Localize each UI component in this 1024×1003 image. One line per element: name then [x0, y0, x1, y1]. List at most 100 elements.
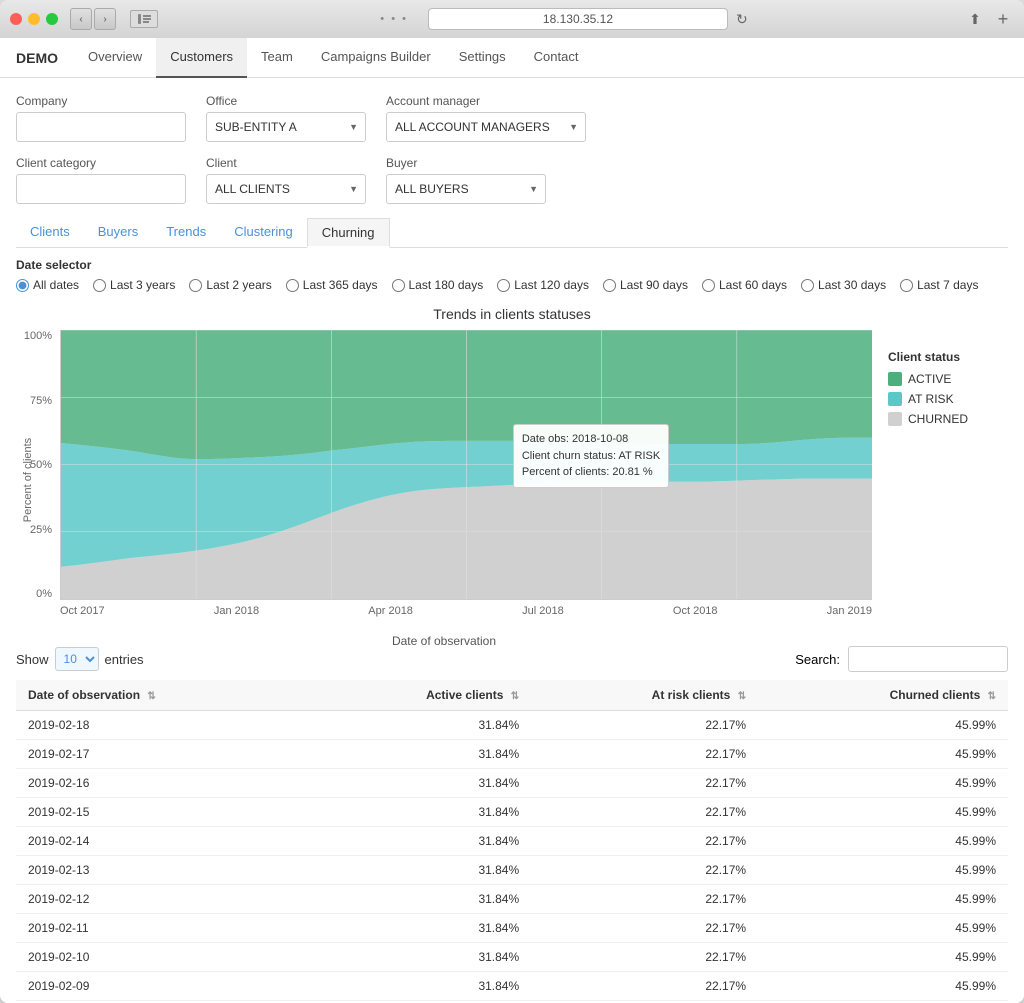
tab-add-icon[interactable]: + [992, 8, 1014, 30]
cell-churned-1: 45.99% [758, 740, 1008, 769]
table-row: 2019-02-17 31.84% 22.17% 45.99% [16, 740, 1008, 769]
url-text: 18.130.35.12 [543, 12, 613, 26]
y-tick-25: 25% [30, 524, 52, 536]
tab-clustering[interactable]: Clustering [220, 218, 307, 247]
sort-churned-icon: ⇅ [988, 691, 996, 702]
account-manager-select[interactable]: ALL ACCOUNT MANAGERS [386, 112, 586, 142]
cell-active-4: 31.84% [307, 827, 531, 856]
cell-at-risk-0: 22.17% [531, 711, 758, 740]
cell-at-risk-9: 22.17% [531, 972, 758, 1001]
radio-last-30-days[interactable]: Last 30 days [801, 278, 886, 292]
radio-last-120-days[interactable]: Last 120 days [497, 278, 589, 292]
cell-at-risk-3: 22.17% [531, 798, 758, 827]
y-axis-label: Percent of clients [22, 438, 34, 522]
cell-churned-3: 45.99% [758, 798, 1008, 827]
legend-active: ACTIVE [888, 372, 1008, 386]
buyer-select[interactable]: ALL BUYERS [386, 174, 546, 204]
radio-last-60-days[interactable]: Last 60 days [702, 278, 787, 292]
x-axis-label: Date of observation [392, 634, 496, 648]
y-tick-75: 75% [30, 395, 52, 407]
search-input[interactable] [848, 646, 1008, 672]
tab-clients[interactable]: Clients [16, 218, 84, 247]
tab-buyers[interactable]: Buyers [84, 218, 152, 247]
sort-active-icon: ⇅ [511, 691, 519, 702]
filters-row-2: Client category DEMO CLIENTS Client ALL … [16, 156, 1008, 204]
company-input[interactable]: DEMO [16, 112, 186, 142]
close-button[interactable] [10, 13, 22, 25]
client-select-wrapper: ALL CLIENTS [206, 174, 366, 204]
search-area: Search: [795, 646, 1008, 672]
table-row: 2019-02-11 31.84% 22.17% 45.99% [16, 914, 1008, 943]
office-select-wrapper: SUB-ENTITY A [206, 112, 366, 142]
cell-churned-4: 45.99% [758, 827, 1008, 856]
client-category-input[interactable]: DEMO CLIENTS [16, 174, 186, 204]
address-bar[interactable]: 18.130.35.12 [428, 8, 728, 30]
legend-churned: CHURNED [888, 412, 1008, 426]
x-tick-oct2017: Oct 2017 [60, 605, 105, 630]
col-active[interactable]: Active clients ⇅ [307, 680, 531, 711]
cell-churned-0: 45.99% [758, 711, 1008, 740]
chart-container: 100% 75% 50% 25% 0% Percent of clients [16, 330, 1008, 630]
company-filter: Company DEMO [16, 94, 186, 142]
chart-plot-area: Date obs: 2018-10-08 Client churn status… [60, 330, 872, 600]
x-tick-jul2018: Jul 2018 [522, 605, 564, 630]
radio-last-180-days[interactable]: Last 180 days [392, 278, 484, 292]
nav-overview[interactable]: Overview [74, 38, 156, 78]
client-label: Client [206, 156, 366, 170]
back-button[interactable]: ‹ [70, 8, 92, 30]
legend-at-risk-label: AT RISK [908, 392, 954, 406]
col-date[interactable]: Date of observation ⇅ [16, 680, 307, 711]
cell-date-8: 2019-02-10 [16, 943, 307, 972]
minimize-button[interactable] [28, 13, 40, 25]
radio-last-2-years[interactable]: Last 2 years [189, 278, 271, 292]
date-selector: Date selector All dates Last 3 years Las… [16, 258, 1008, 292]
x-tick-oct2018: Oct 2018 [673, 605, 718, 630]
nav-customers[interactable]: Customers [156, 38, 247, 78]
radio-last-7-days[interactable]: Last 7 days [900, 278, 978, 292]
y-tick-0: 0% [36, 588, 52, 600]
radio-last-90-days[interactable]: Last 90 days [603, 278, 688, 292]
nav-team[interactable]: Team [247, 38, 307, 78]
x-tick-apr2018: Apr 2018 [368, 605, 413, 630]
entries-select[interactable]: 10 25 50 [55, 647, 99, 671]
col-churned[interactable]: Churned clients ⇅ [758, 680, 1008, 711]
office-select[interactable]: SUB-ENTITY A [206, 112, 366, 142]
table-header-row: Date of observation ⇅ Active clients ⇅ A… [16, 680, 1008, 711]
cell-active-5: 31.84% [307, 856, 531, 885]
tab-trends[interactable]: Trends [152, 218, 220, 247]
radio-last-365-days[interactable]: Last 365 days [286, 278, 378, 292]
reload-button[interactable]: ↻ [736, 11, 748, 28]
traffic-lights [10, 13, 58, 25]
legend-at-risk-color [888, 392, 902, 406]
share-icon[interactable]: ⬆ [964, 8, 986, 30]
account-manager-label: Account manager [386, 94, 586, 108]
forward-button[interactable]: › [94, 8, 116, 30]
table-controls: Show 10 25 50 entries Search: [16, 646, 1008, 672]
radio-last-3-years[interactable]: Last 3 years [93, 278, 175, 292]
cell-at-risk-5: 22.17% [531, 856, 758, 885]
cell-date-2: 2019-02-16 [16, 769, 307, 798]
table-row: 2019-02-18 31.84% 22.17% 45.99% [16, 711, 1008, 740]
date-radio-group: All dates Last 3 years Last 2 years Last… [16, 278, 1008, 292]
cell-active-0: 31.84% [307, 711, 531, 740]
reader-view-button[interactable] [130, 10, 158, 28]
table-row: 2019-02-10 31.84% 22.17% 45.99% [16, 943, 1008, 972]
radio-all-dates[interactable]: All dates [16, 278, 79, 292]
cell-active-6: 31.84% [307, 885, 531, 914]
client-category-label: Client category [16, 156, 186, 170]
table-row: 2019-02-13 31.84% 22.17% 45.99% [16, 856, 1008, 885]
maximize-button[interactable] [46, 13, 58, 25]
client-select[interactable]: ALL CLIENTS [206, 174, 366, 204]
cell-active-9: 31.84% [307, 972, 531, 1001]
tab-churning[interactable]: Churning [307, 218, 390, 248]
app-nav: DEMO Overview Customers Team Campaigns B… [0, 38, 1024, 78]
company-label: Company [16, 94, 186, 108]
nav-settings[interactable]: Settings [445, 38, 520, 78]
office-filter: Office SUB-ENTITY A [206, 94, 366, 142]
nav-contact[interactable]: Contact [520, 38, 593, 78]
cell-churned-6: 45.99% [758, 885, 1008, 914]
col-at-risk[interactable]: At risk clients ⇅ [531, 680, 758, 711]
app-brand: DEMO [16, 50, 58, 66]
tabs-row: Clients Buyers Trends Clustering Churnin… [16, 218, 1008, 248]
nav-campaigns[interactable]: Campaigns Builder [307, 38, 445, 78]
